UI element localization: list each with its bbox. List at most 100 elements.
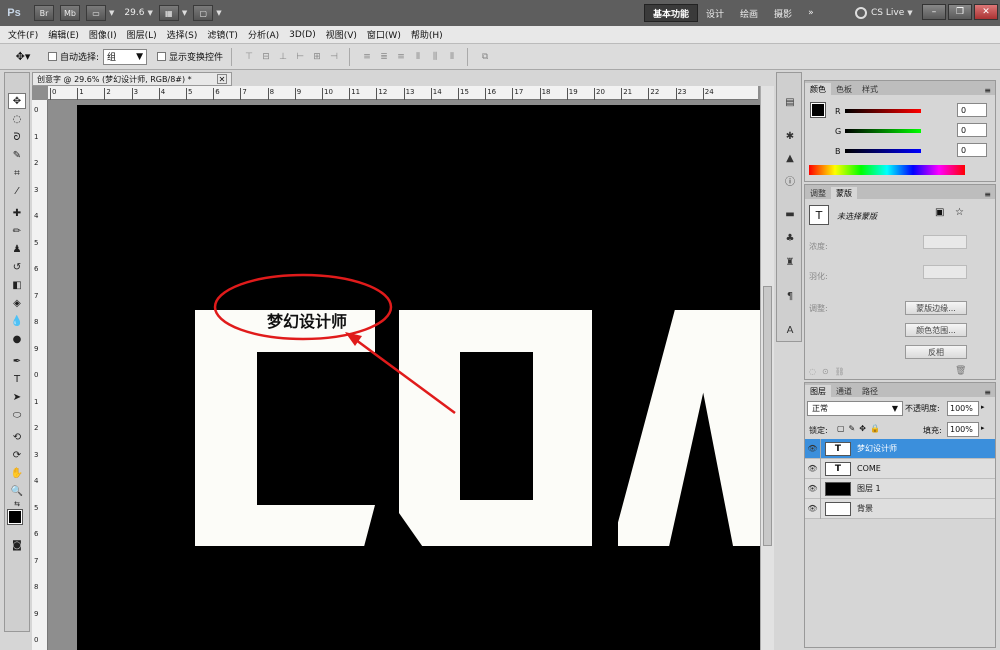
menu-layer[interactable]: 图层(L)	[127, 28, 157, 41]
workspace-essentials[interactable]: 基本功能	[644, 4, 699, 22]
tab-channels[interactable]: 通道	[831, 385, 857, 397]
crop-tool-icon[interactable]: ⌗	[8, 165, 26, 181]
eye-icon[interactable]: 👁	[805, 458, 821, 479]
layer-row[interactable]: 👁 T 梦幻设计师	[805, 438, 995, 459]
workspace-design[interactable]: 设计	[698, 4, 732, 22]
hand-tool-icon[interactable]: ✋	[8, 465, 26, 481]
vertical-scrollbar[interactable]	[760, 86, 774, 650]
type-tool-icon[interactable]: T	[8, 371, 26, 387]
red-value-field[interactable]: 0	[957, 103, 987, 117]
layer-row[interactable]: 👁 图层 1	[805, 478, 995, 499]
color-spectrum-ramp[interactable]	[809, 165, 965, 175]
histogram-panel-icon[interactable]: ▲	[782, 151, 798, 165]
delete-mask-icon[interactable]: 🗑	[955, 366, 966, 376]
mini-bridge-button[interactable]: Mb	[60, 5, 80, 21]
distribute-right-icon[interactable]: ⫴	[445, 50, 459, 64]
blend-mode-dropdown[interactable]: 正常 ▼	[807, 401, 903, 416]
panel-menu-icon[interactable]: ≡	[984, 388, 991, 397]
tab-paths[interactable]: 路径	[857, 385, 883, 397]
blue-slider[interactable]	[845, 149, 921, 153]
view-extras-button[interactable]: ▭	[86, 5, 106, 21]
tab-styles[interactable]: 样式	[857, 83, 883, 95]
green-slider[interactable]	[845, 129, 921, 133]
distribute-top-icon[interactable]: ≡	[360, 50, 374, 64]
marquee-tool-icon[interactable]: ◌	[8, 111, 26, 127]
blue-value-field[interactable]: 0	[957, 143, 987, 157]
chevron-down-icon[interactable]: ▼	[182, 9, 187, 17]
distribute-vcenter-icon[interactable]: ≣	[377, 50, 391, 64]
quick-mask-icon[interactable]: ◙	[8, 537, 26, 553]
auto-select-dropdown[interactable]: 组 ▼	[103, 48, 148, 65]
clone-source-panel-icon[interactable]: ♣	[782, 231, 798, 245]
opacity-slider-arrow-icon[interactable]: ▸	[981, 403, 985, 411]
bridge-button[interactable]: Br	[34, 5, 54, 21]
3d-orbit-tool-icon[interactable]: ⟳	[8, 447, 26, 463]
layer-row[interactable]: 👁 背景	[805, 498, 995, 519]
navigator-panel-icon[interactable]: ✱	[782, 129, 798, 143]
lock-icons[interactable]: ▢✎✥🔒	[837, 424, 884, 433]
tab-swatches[interactable]: 色板	[831, 83, 857, 95]
menu-image[interactable]: 图像(I)	[89, 28, 117, 41]
foreground-color-swatch[interactable]	[7, 509, 23, 525]
chevron-down-icon[interactable]: ▼	[109, 9, 114, 17]
menu-analysis[interactable]: 分析(A)	[248, 28, 279, 41]
green-value-field[interactable]: 0	[957, 123, 987, 137]
eyedropper-tool-icon[interactable]: ⁄	[8, 183, 26, 199]
add-pixel-mask-icon[interactable]: ▣	[935, 207, 944, 218]
history-brush-tool-icon[interactable]: ↺	[8, 259, 26, 275]
pen-tool-icon[interactable]: ✒	[8, 353, 26, 369]
minimize-button[interactable]: –	[922, 4, 946, 20]
show-transform-checkbox[interactable]	[157, 52, 167, 61]
align-right-icon[interactable]: ⊣	[327, 50, 341, 64]
arrange-documents-button[interactable]: ▦	[158, 5, 179, 21]
blur-tool-icon[interactable]: 💧	[8, 313, 26, 329]
eraser-tool-icon[interactable]: ◧	[8, 277, 26, 293]
brush-tool-icon[interactable]: ✏	[8, 223, 26, 239]
eye-icon[interactable]: 👁	[805, 498, 821, 519]
menu-window[interactable]: 窗口(W)	[367, 28, 401, 41]
auto-select-checkbox[interactable]	[48, 52, 57, 61]
zoom-tool-icon[interactable]: 🔍	[8, 483, 26, 499]
align-hcenter-icon[interactable]: ⊞	[310, 50, 324, 64]
cs-live-button[interactable]: CS Live ▼	[855, 4, 913, 22]
color-range-button[interactable]: 颜色范围...	[905, 323, 967, 337]
lasso-tool-icon[interactable]: ᘐ	[8, 129, 26, 145]
distribute-hcenter-icon[interactable]: ⫼	[428, 50, 442, 64]
density-field[interactable]	[923, 235, 967, 249]
tab-masks[interactable]: 蒙版	[831, 187, 857, 199]
panel-menu-icon[interactable]: ≡	[984, 190, 991, 199]
scrollbar-thumb[interactable]	[763, 286, 772, 546]
paint-bucket-tool-icon[interactable]: ◈	[8, 295, 26, 311]
restore-button[interactable]: ❐	[948, 4, 972, 20]
menu-3d[interactable]: 3D(D)	[289, 30, 316, 40]
opacity-field[interactable]: 100%	[947, 401, 979, 416]
distribute-left-icon[interactable]: ⫴	[411, 50, 425, 64]
align-bottom-icon[interactable]: ⊥	[276, 50, 290, 64]
auto-align-icon[interactable]: ⧉	[478, 50, 492, 64]
eye-icon[interactable]: 👁	[805, 478, 821, 499]
red-slider[interactable]	[845, 109, 921, 113]
actions-panel-icon[interactable]: ▬	[782, 207, 798, 221]
path-select-tool-icon[interactable]: ➤	[8, 389, 26, 405]
move-tool-preset-icon[interactable]: ✥▾	[8, 48, 38, 66]
quick-select-tool-icon[interactable]: ✎	[8, 147, 26, 163]
menu-view[interactable]: 视图(V)	[326, 28, 357, 41]
clone-stamp-tool-icon[interactable]: ♟	[8, 241, 26, 257]
tab-adjustments[interactable]: 调整	[805, 187, 831, 199]
info-panel-icon[interactable]: ⓘ	[782, 173, 798, 188]
add-vector-mask-icon[interactable]: ☆	[955, 207, 964, 218]
document-tab[interactable]: 创意字 @ 29.6% (梦幻设计师, RGB/8#) * ✕	[32, 72, 232, 86]
paragraph-panel-icon[interactable]: ¶	[782, 289, 798, 303]
distribute-bottom-icon[interactable]: ≡	[394, 50, 408, 64]
more-workspaces-button[interactable]: »	[800, 4, 822, 22]
mask-bottom-icons[interactable]: ◌⊙⛓	[809, 367, 851, 376]
dodge-tool-icon[interactable]: ●	[8, 331, 26, 347]
close-button[interactable]: ✕	[974, 4, 998, 20]
align-left-icon[interactable]: ⊢	[293, 50, 307, 64]
align-vcenter-icon[interactable]: ⊟	[259, 50, 273, 64]
menu-filter[interactable]: 滤镜(T)	[207, 28, 238, 41]
screen-mode-button[interactable]: ▢	[193, 5, 214, 21]
spot-healing-tool-icon[interactable]: ✚	[8, 205, 26, 221]
move-tool-icon[interactable]: ✥	[8, 93, 26, 109]
shape-tool-icon[interactable]: ⬭	[8, 407, 26, 423]
